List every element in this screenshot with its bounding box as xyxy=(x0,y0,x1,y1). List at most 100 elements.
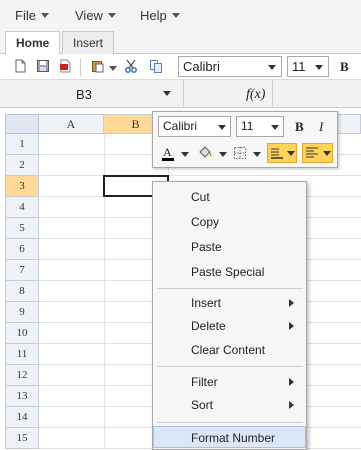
menu-separator xyxy=(157,422,303,423)
paste-icon[interactable] xyxy=(91,59,105,73)
menu-item-label: Format Number xyxy=(191,431,276,445)
chevron-down-icon xyxy=(40,13,49,18)
mini-font-name-value: Calibri xyxy=(163,119,198,133)
row-header-14[interactable]: 14 xyxy=(5,407,39,428)
toolbar-divider xyxy=(80,58,81,76)
row-header-15[interactable]: 15 xyxy=(5,428,39,449)
tab-home[interactable]: Home xyxy=(5,31,61,55)
chevron-right-icon xyxy=(289,322,294,330)
menu-file[interactable]: File xyxy=(15,8,49,23)
font-name-value: Calibri xyxy=(183,59,220,74)
menu-view-label: View xyxy=(75,8,103,23)
svg-text:A: A xyxy=(163,145,172,159)
menu-item-label: Filter xyxy=(191,375,218,389)
row-header-6[interactable]: 6 xyxy=(5,239,39,260)
context-menu: Cut Copy Paste Paste Special Insert Dele… xyxy=(152,181,307,450)
chevron-down-icon xyxy=(218,125,226,130)
mini-toolbar: Calibri 11 B I A xyxy=(152,111,338,168)
font-size-select[interactable]: 11 xyxy=(287,56,329,77)
menu-file-label: File xyxy=(15,8,36,23)
font-color-button[interactable]: A xyxy=(161,145,189,163)
menu-item-delete[interactable]: Delete xyxy=(153,315,306,337)
chevron-down-icon xyxy=(171,13,180,18)
select-all-corner[interactable] xyxy=(5,114,39,134)
chevron-down-icon xyxy=(253,152,261,157)
row-header-11[interactable]: 11 xyxy=(5,344,39,365)
font-name-select[interactable]: Calibri xyxy=(178,56,282,77)
borders-icon xyxy=(234,147,246,159)
row-header-9[interactable]: 9 xyxy=(5,302,39,323)
cut-icon[interactable] xyxy=(124,59,138,73)
menu-item-copy[interactable]: Copy xyxy=(153,211,306,233)
name-box[interactable]: B3 xyxy=(0,80,183,108)
chevron-down-icon xyxy=(107,13,116,18)
chevron-down-icon xyxy=(268,65,276,70)
vertical-align-button[interactable] xyxy=(267,143,297,163)
menu-item-clear-content[interactable]: Clear Content xyxy=(153,339,306,361)
chevron-down-icon xyxy=(323,151,331,156)
menu-help-label: Help xyxy=(140,8,167,23)
menu-separator xyxy=(157,366,303,367)
row-header-13[interactable]: 13 xyxy=(5,386,39,407)
row-header-7[interactable]: 7 xyxy=(5,260,39,281)
fill-color-button[interactable] xyxy=(197,145,227,163)
menu-item-paste-special[interactable]: Paste Special xyxy=(153,261,306,283)
row-header-10[interactable]: 10 xyxy=(5,323,39,344)
chevron-down-icon xyxy=(219,152,227,157)
copy-icon[interactable] xyxy=(149,59,163,73)
ribbon-tabs: Home Insert xyxy=(0,30,361,55)
menu-help[interactable]: Help xyxy=(140,8,180,23)
row-header-2[interactable]: 2 xyxy=(5,155,39,176)
chevron-right-icon xyxy=(289,378,294,386)
mini-font-size-value: 11 xyxy=(241,119,254,133)
mini-font-name-select[interactable]: Calibri xyxy=(158,116,231,137)
paint-bucket-icon xyxy=(199,146,212,158)
font-size-value: 11 xyxy=(292,59,306,74)
column-header-a[interactable]: A xyxy=(39,114,104,134)
chevron-down-icon xyxy=(287,151,295,156)
paste-dropdown-icon[interactable] xyxy=(109,66,117,71)
borders-button[interactable] xyxy=(233,145,263,163)
align-bottom-icon xyxy=(271,148,283,159)
row-header-4[interactable]: 4 xyxy=(5,197,39,218)
chevron-down-icon xyxy=(315,65,323,70)
menu-bar: File View Help xyxy=(0,0,361,30)
row-header-8[interactable]: 8 xyxy=(5,281,39,302)
formula-input[interactable] xyxy=(275,87,355,101)
grid-row-line xyxy=(39,175,361,176)
row-header-12[interactable]: 12 xyxy=(5,365,39,386)
save-icon[interactable] xyxy=(36,59,50,73)
menu-item-paste[interactable]: Paste xyxy=(153,236,306,258)
row-header-5[interactable]: 5 xyxy=(5,218,39,239)
menu-item-filter[interactable]: Filter xyxy=(153,371,306,393)
new-file-icon[interactable] xyxy=(13,59,27,73)
menu-item-cut[interactable]: Cut xyxy=(153,186,306,208)
menu-item-label: Sort xyxy=(191,398,214,412)
mini-font-size-select[interactable]: 11 xyxy=(236,116,284,137)
row-header-3[interactable]: 3 xyxy=(5,176,39,197)
menu-item-label: Paste Special xyxy=(191,265,265,279)
chevron-down-icon xyxy=(181,152,189,157)
menu-item-sort[interactable]: Sort xyxy=(153,394,306,416)
align-left-icon xyxy=(306,147,318,158)
chevron-down-icon xyxy=(271,125,279,130)
chevron-right-icon xyxy=(289,299,294,307)
menu-item-format-number[interactable]: Format Number xyxy=(153,426,306,448)
mini-bold-button[interactable]: B xyxy=(295,119,304,135)
formula-bar: B3 f(x) xyxy=(0,80,361,108)
menu-item-label: Paste xyxy=(191,240,222,254)
bold-button[interactable]: B xyxy=(340,59,349,75)
menu-view[interactable]: View xyxy=(75,8,116,23)
horizontal-align-button[interactable] xyxy=(302,143,333,163)
fx-label: f(x) xyxy=(246,87,266,102)
menu-separator xyxy=(157,288,303,289)
toolbar: Calibri 11 B xyxy=(0,54,361,80)
tab-insert[interactable]: Insert xyxy=(62,31,115,55)
menu-item-insert[interactable]: Insert xyxy=(153,292,306,314)
menu-item-label: Clear Content xyxy=(191,343,266,357)
chevron-right-icon xyxy=(289,401,294,409)
pdf-icon[interactable] xyxy=(58,59,72,73)
mini-italic-button[interactable]: I xyxy=(319,119,323,135)
font-color-icon: A xyxy=(162,145,174,161)
row-header-1[interactable]: 1 xyxy=(5,134,39,155)
